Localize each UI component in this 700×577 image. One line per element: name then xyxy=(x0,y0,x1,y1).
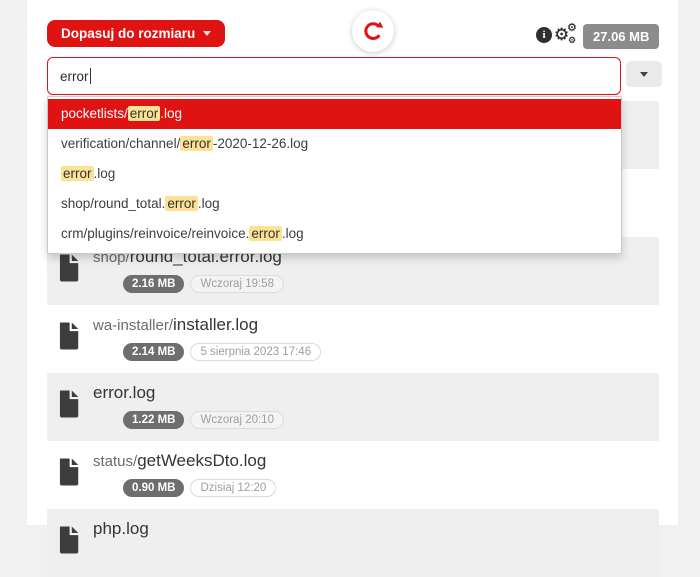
file-icon xyxy=(57,254,79,282)
gear-icon: ⚙ xyxy=(568,36,576,45)
content-panel: Dopasuj do rozmiaru i ⚙ ⚙ ⚙ 27.06 MB err… xyxy=(27,0,678,525)
file-icon xyxy=(57,526,79,554)
suggestion-text: verification/channel/ xyxy=(61,136,180,151)
file-row[interactable]: status/getWeeksDto.log 0.90 MB Dzisiaj 1… xyxy=(47,441,659,509)
file-date-badge: 5 sierpnia 2023 17:46 xyxy=(190,343,321,361)
suggestion-text: .log xyxy=(94,166,116,181)
suggestion-text: .log xyxy=(198,196,220,211)
file-name: installer.log xyxy=(173,315,258,334)
suggestion-item[interactable]: verification/channel/error-2020-12-26.lo… xyxy=(48,129,621,159)
suggestion-text: shop/round_total. xyxy=(61,196,165,211)
suggestion-match-highlight: error xyxy=(165,196,198,211)
file-name: getWeeksDto.log xyxy=(137,451,266,470)
file-name: error.log xyxy=(93,383,155,402)
suggestion-item[interactable]: crm/plugins/reinvoice/reinvoice.error.lo… xyxy=(48,219,621,249)
suggestion-item[interactable]: error.log xyxy=(48,159,621,189)
suggestions-dropdown: pocketlists/error.logverification/channe… xyxy=(47,96,622,254)
chevron-down-icon xyxy=(203,31,211,36)
file-meta: 2.16 MB Wczoraj 19:58 xyxy=(123,275,284,293)
search-dropdown-toggle[interactable] xyxy=(626,61,662,87)
fit-to-size-button[interactable]: Dopasuj do rozmiaru xyxy=(47,20,225,47)
file-title: wa-installer/installer.log xyxy=(93,315,258,335)
file-date-badge: Dzisiaj 12:20 xyxy=(190,479,276,497)
suggestion-text: pocketlists/ xyxy=(61,106,128,121)
file-title: php.log xyxy=(93,519,149,539)
file-size-badge: 0.90 MB xyxy=(123,479,184,497)
gear-icon: ⚙ xyxy=(567,23,577,34)
file-name: php.log xyxy=(93,519,149,538)
suggestion-match-highlight: error xyxy=(128,106,161,121)
file-icon xyxy=(57,458,79,486)
file-size-badge: 2.16 MB xyxy=(123,275,184,293)
suggestion-match-highlight: error xyxy=(249,226,282,241)
search-input[interactable]: error xyxy=(47,57,621,95)
file-row[interactable]: php.log xyxy=(47,509,659,577)
file-title: error.log xyxy=(93,383,155,403)
file-row[interactable]: wa-installer/installer.log 2.14 MB 5 sie… xyxy=(47,305,659,373)
settings-gears-icon[interactable]: ⚙ ⚙ ⚙ xyxy=(554,23,578,47)
suggestion-match-highlight: error xyxy=(61,166,94,181)
file-meta: 2.14 MB 5 sierpnia 2023 17:46 xyxy=(123,343,321,361)
file-icon xyxy=(57,322,79,350)
suggestion-text: .log xyxy=(160,106,182,121)
refresh-icon xyxy=(362,20,384,42)
file-size-badge: 1.22 MB xyxy=(123,411,184,429)
file-row[interactable]: error.log 1.22 MB Wczoraj 20:10 xyxy=(47,373,659,441)
file-path-prefix: wa-installer/ xyxy=(93,317,173,334)
file-icon xyxy=(57,390,79,418)
info-icon[interactable]: i xyxy=(536,27,552,43)
refresh-button[interactable] xyxy=(352,10,394,52)
suggestion-item[interactable]: pocketlists/error.log xyxy=(48,99,621,129)
search-input-value: error xyxy=(60,69,89,84)
text-cursor xyxy=(90,68,91,84)
suggestion-text: crm/plugins/reinvoice/reinvoice. xyxy=(61,226,249,241)
file-title: status/getWeeksDto.log xyxy=(93,451,266,471)
file-size-badge: 2.14 MB xyxy=(123,343,184,361)
fit-to-size-label: Dopasuj do rozmiaru xyxy=(61,26,195,41)
file-date-badge: Wczoraj 20:10 xyxy=(190,411,284,429)
suggestion-item[interactable]: shop/round_total.error.log xyxy=(48,189,621,219)
file-date-badge: Wczoraj 19:58 xyxy=(190,275,284,293)
suggestion-text: -2020-12-26.log xyxy=(213,136,308,151)
file-meta: 0.90 MB Dzisiaj 12:20 xyxy=(123,479,276,497)
chevron-down-icon xyxy=(640,72,648,77)
total-size-badge: 27.06 MB xyxy=(583,24,659,49)
file-meta: 1.22 MB Wczoraj 20:10 xyxy=(123,411,284,429)
file-path-prefix: status/ xyxy=(93,453,137,470)
suggestion-match-highlight: error xyxy=(180,136,213,151)
suggestion-text: .log xyxy=(282,226,304,241)
